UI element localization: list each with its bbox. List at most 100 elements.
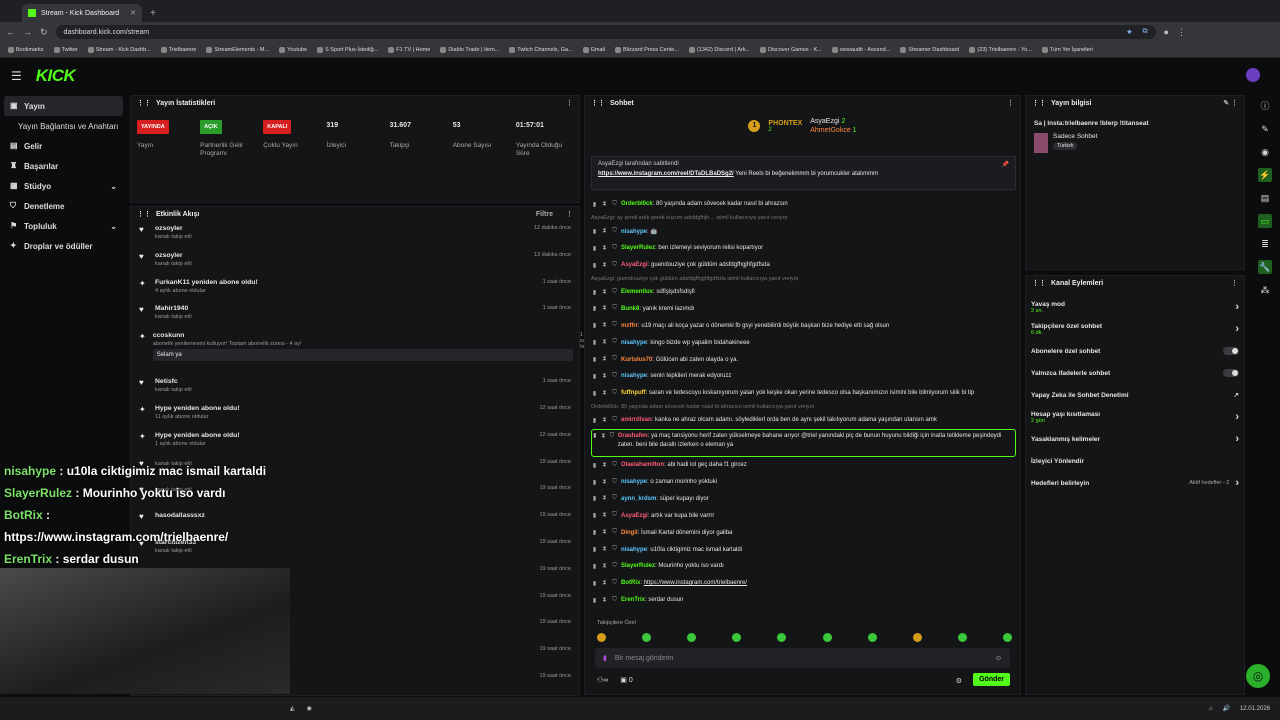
gifter-3-name[interactable]: AhmetGokce xyxy=(810,127,850,134)
bookmark-item[interactable]: Diablo Trade | Item... xyxy=(440,46,499,53)
pin-icon[interactable]: ▮ xyxy=(591,417,598,424)
emote-icon[interactable] xyxy=(1002,633,1012,642)
emote-icon[interactable] xyxy=(597,633,606,642)
action-item[interactable]: Takipçilere özel sohbet 6 dk. › xyxy=(1026,318,1244,340)
chevron-right-icon[interactable]: › xyxy=(1235,477,1239,489)
timeout-icon[interactable]: ⧗ xyxy=(601,245,608,252)
action-item[interactable]: İzleyici Yönlendir xyxy=(1026,450,1244,472)
pinned-link[interactable]: https://www.instagram.com/reel/DTaDLBaDS… xyxy=(598,171,734,177)
timeout-icon[interactable]: ⧗ xyxy=(601,339,608,346)
activity-name[interactable]: Netisfc xyxy=(155,378,536,385)
sidebar-item-denetleme[interactable]: ⛉ Denetleme xyxy=(0,196,127,216)
star-icon[interactable]: ★ xyxy=(1126,28,1132,36)
bookmark-item[interactable]: Tüm Yer İşaretleri xyxy=(1041,46,1093,53)
activity-name[interactable]: ccoskunn xyxy=(153,332,573,339)
ban-icon[interactable]: ⛉ xyxy=(611,373,618,380)
emoji-icon[interactable]: ☺ xyxy=(995,655,1002,662)
timeout-icon[interactable]: ⧗ xyxy=(601,495,608,502)
sidebar-item-stream-key[interactable]: Yayın Bağlantısı ve Anahtarı xyxy=(0,116,127,136)
document-icon[interactable]: ▤ xyxy=(1258,191,1272,205)
chat-username[interactable]: nisahype xyxy=(621,373,647,379)
activity-name[interactable]: Hype yeniden abone oldu! xyxy=(155,405,533,412)
chat-username[interactable]: Kurtulus70 xyxy=(621,357,652,363)
timeout-icon[interactable]: ⧗ xyxy=(601,373,608,380)
pin-icon[interactable]: ▮ xyxy=(591,322,598,329)
chat-message[interactable]: ▮ ⧗ ⛉ Bunk8: yanık kremi lazımdı xyxy=(591,300,1016,317)
emote-icon[interactable] xyxy=(957,633,967,642)
browser-tab[interactable]: Stream - Kick Dashboard ✕ xyxy=(22,4,142,22)
pin-icon[interactable]: ▮ xyxy=(591,390,598,397)
timeout-icon[interactable]: ⧗ xyxy=(601,289,608,296)
pin-icon[interactable]: ▮ xyxy=(591,356,598,363)
chat-message[interactable]: ▮ ⧗ ⛉ Grauhafen: ya maç tansiyonu herif zat… xyxy=(591,428,1016,457)
activity-item[interactable]: ✦ Hype yeniden abone oldu! 11 aylık abone … xyxy=(131,401,579,428)
activity-item[interactable]: ♥ ozsoyler kanalı takip etti 13 dakika önce xyxy=(131,248,579,275)
timeout-icon[interactable]: ⧗ xyxy=(601,512,608,519)
chat-username[interactable]: Orderbl0ck xyxy=(621,201,653,207)
chat-message[interactable]: ▮ ⧗ ⛉ SlayerRulez: ben izlemeyi seviyorum r… xyxy=(591,240,1016,257)
activity-name[interactable]: Mahir1940 xyxy=(155,305,536,312)
pin-icon[interactable]: ▮ xyxy=(591,373,598,380)
timeout-icon[interactable]: ⧗ xyxy=(601,305,608,312)
ban-icon[interactable]: ⛉ xyxy=(611,289,618,296)
pin-icon[interactable]: ▮ xyxy=(591,289,598,296)
ban-icon[interactable]: ⛉ xyxy=(611,479,618,486)
pencil-icon[interactable]: ✎ xyxy=(1258,122,1272,136)
chat-username[interactable]: BotRix xyxy=(621,580,640,586)
grip-icon[interactable]: ⋮⋮ xyxy=(137,210,151,218)
pin-icon[interactable]: ▮ xyxy=(591,245,598,252)
mic-icon[interactable]: ▮ xyxy=(603,654,607,662)
network-icon[interactable]: ⌂ xyxy=(1209,706,1213,712)
url-field[interactable]: dashboard.kick.com/stream ★ ⧉ xyxy=(55,25,1156,39)
chat-username[interactable]: Bunk8 xyxy=(621,306,639,312)
chat-message[interactable]: ▮ ⧗ ⛉ aynn_krdsm: süper kupayı diyor xyxy=(591,490,1016,507)
sidebar-item-gelir[interactable]: ▤ Gelir xyxy=(0,136,127,156)
bookmark-item[interactable]: StreamElements - M... xyxy=(206,46,269,53)
activity-name[interactable]: ozsoyler xyxy=(155,252,527,259)
chat-message[interactable]: ▮ ⧗ ⛉ ErenTrix: serdar dusun xyxy=(591,592,1016,609)
ban-icon[interactable]: ⛉ xyxy=(611,580,618,587)
timeout-icon[interactable]: ⧗ xyxy=(601,228,608,235)
profile-icon[interactable]: ● xyxy=(1164,27,1169,37)
pin-icon[interactable]: ▮ xyxy=(591,462,598,469)
bolt-icon[interactable]: ⚡ xyxy=(1258,168,1272,182)
more-icon[interactable]: ⋮ xyxy=(1007,99,1014,107)
chat-username[interactable]: Olaelahamilton xyxy=(621,462,664,468)
ban-icon[interactable]: ⛉ xyxy=(611,563,618,570)
chat-message[interactable]: ▮ ⧗ ⛉ nisahype: senin tepkileri merak edyor… xyxy=(591,368,1016,385)
emote-icon[interactable] xyxy=(732,633,742,642)
wrench-icon[interactable]: 🔧 xyxy=(1258,260,1272,274)
sidebar-item-topluluk[interactable]: ⚑ Topluluk ⌄ xyxy=(0,216,127,236)
more-icon[interactable]: ⋮ xyxy=(566,99,573,107)
bookmark-item[interactable]: Trielbaenre xyxy=(160,46,196,53)
bookmark-item[interactable]: F1 TV | Home xyxy=(388,46,430,53)
activity-name[interactable]: Hype yeniden abone oldu! xyxy=(155,432,533,439)
chat-message[interactable]: ▮ ⧗ ⛉ fuffnpuff: saran ve tedescoyu kıskanı… xyxy=(591,385,1016,402)
forward-icon[interactable]: → xyxy=(23,27,32,37)
action-item[interactable]: Abonelere özel sohbet xyxy=(1026,340,1244,362)
new-tab-icon[interactable]: + xyxy=(150,8,156,19)
pin-icon[interactable]: ▮ xyxy=(591,546,598,553)
bookmark-item[interactable]: wowaudit - Ascend... xyxy=(831,46,890,53)
pin-icon[interactable]: ▮ xyxy=(591,262,598,269)
external-link-icon[interactable]: ↗ xyxy=(1234,391,1239,399)
filter-button[interactable]: Filtre xyxy=(536,211,553,218)
gifter-2-name[interactable]: AsyaEzgi xyxy=(810,118,839,125)
bookmark-item[interactable]: Gmail xyxy=(582,46,605,53)
timeout-icon[interactable]: ⧗ xyxy=(601,201,608,208)
emote-icon[interactable] xyxy=(777,633,787,642)
pin-icon[interactable]: ▮ xyxy=(591,305,598,312)
chat-username[interactable]: Dingil xyxy=(621,530,638,536)
chat-message[interactable]: ▮ ⧗ ⛉ Orderbl0ck: 80 yaşında adam sövecek k… xyxy=(591,196,1016,213)
pin-icon[interactable]: ▮ xyxy=(592,432,598,441)
emote-icon[interactable] xyxy=(822,633,832,642)
chevron-right-icon[interactable]: › xyxy=(1235,323,1239,335)
pin-icon[interactable]: ▮ xyxy=(591,479,598,486)
ban-icon[interactable]: ⛉ xyxy=(611,390,618,397)
more-icon[interactable]: ⋮ xyxy=(566,210,573,218)
top-gifter-name[interactable]: PHONTEX xyxy=(768,120,802,127)
chat-message[interactable]: ▮ ⧗ ⛉ nisahype: u10la ciktigimiz mac ismail… xyxy=(591,541,1016,558)
chat-username[interactable]: nisahype xyxy=(621,229,647,235)
chat-message[interactable]: ▮ ⧗ ⛉ amirrdivan: kanka ne ahraz olcam adam… xyxy=(591,412,1016,429)
bookmark-item[interactable]: (23) Trielbaenre - Yo... xyxy=(969,46,1032,53)
